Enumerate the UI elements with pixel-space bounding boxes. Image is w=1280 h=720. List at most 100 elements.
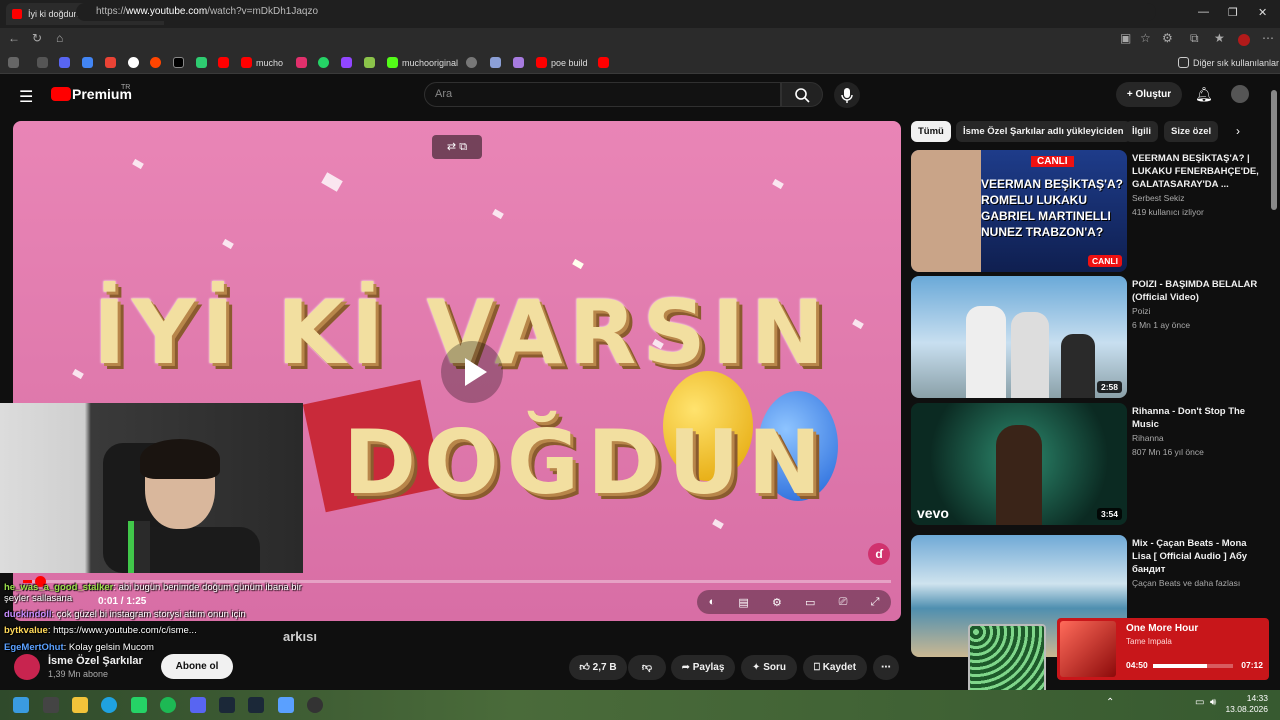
obs-icon[interactable]	[307, 697, 323, 713]
other-bookmarks-folder[interactable]: Diğer sık kullanılanlar	[1178, 57, 1279, 68]
video-channel[interactable]: Poizi	[1132, 306, 1150, 316]
video-channel[interactable]: Rihanna	[1132, 433, 1164, 443]
account-avatar[interactable]	[1231, 85, 1249, 103]
bookmark-icon[interactable]	[37, 57, 48, 68]
reddit-icon[interactable]	[150, 57, 161, 68]
discord-icon[interactable]	[190, 697, 206, 713]
chip-from-uploader[interactable]: İsme Özel Şarkılar adlı yükleyiciden	[956, 121, 1131, 142]
edge-icon[interactable]	[101, 697, 117, 713]
volume-icon[interactable]: 🔊︎	[1210, 697, 1216, 708]
voice-search-button[interactable]	[834, 82, 860, 108]
video-title[interactable]: Mix - Çaçan Beats - Mona Lisa [ Official…	[1132, 537, 1268, 576]
twitch-icon[interactable]	[341, 57, 352, 68]
menu-icon[interactable]: ☰	[19, 87, 33, 107]
video-thumbnail[interactable]: vevo 3:54	[911, 403, 1127, 525]
dislike-button[interactable]: 👎︎	[628, 655, 666, 680]
whatsapp-icon[interactable]	[318, 57, 329, 68]
miniplayer-icon[interactable]: ▭	[805, 596, 815, 609]
bookmark-muchooriginal[interactable]: muchooriginal	[387, 57, 458, 68]
file-explorer-icon[interactable]	[72, 697, 88, 713]
bell-icon[interactable]: 🔔︎	[1195, 86, 1213, 103]
recommended-video[interactable]: vevo 3:54 Rihanna - Don't Stop The Music…	[911, 403, 1271, 525]
profile-avatar[interactable]	[1238, 34, 1250, 46]
x-icon[interactable]	[173, 57, 184, 68]
steam-icon[interactable]	[219, 697, 235, 713]
bookmark-poe-build[interactable]: poe build	[536, 57, 588, 68]
fullscreen-icon[interactable]: ⤢	[871, 596, 880, 609]
chip-related[interactable]: İlgili	[1125, 121, 1158, 142]
more-actions-button[interactable]: ⋯	[873, 655, 899, 680]
favorites-bar-icon[interactable]: ★	[1214, 31, 1225, 45]
maximize-icon[interactable]: ❐	[1228, 6, 1238, 19]
search-input[interactable]: Ara	[424, 82, 781, 107]
swap-icon[interactable]: ⇄	[447, 141, 456, 153]
elapsed-time: 04:50	[1126, 660, 1148, 670]
bookmark-icon[interactable]	[59, 57, 70, 68]
channel-watermark[interactable]: ɗ	[868, 543, 890, 565]
bookmark-icon[interactable]	[513, 57, 524, 68]
tray-chevron-up-icon[interactable]: ⌃	[1106, 697, 1114, 708]
video-channel[interactable]: Serbest Sekiz	[1132, 193, 1184, 203]
video-thumbnail[interactable]: VEERMAN BEŞİKTAŞ'A? ROMELU LUKAKU GABRIE…	[911, 150, 1127, 272]
minimize-icon[interactable]: —	[1198, 6, 1209, 18]
video-title[interactable]: Rihanna - Don't Stop The Music	[1132, 405, 1268, 431]
autoplay-toggle-icon[interactable]: ◐	[709, 596, 716, 608]
steam-icon[interactable]	[248, 697, 264, 713]
youtube-icon[interactable]	[218, 57, 229, 68]
close-window-icon[interactable]: ✕	[1258, 6, 1267, 19]
search-button[interactable]	[781, 82, 823, 107]
channel-avatar[interactable]	[14, 654, 40, 680]
chevron-right-icon[interactable]: ›	[1236, 124, 1240, 138]
subscribe-button[interactable]: Abone ol	[161, 654, 233, 679]
home-icon[interactable]: ⌂	[56, 31, 63, 45]
picture-in-picture-icon[interactable]: ⧉	[459, 141, 467, 153]
bookmark-icon[interactable]	[196, 57, 207, 68]
instagram-icon[interactable]	[296, 57, 307, 68]
channel-name[interactable]: İsme Özel Şarkılar	[48, 655, 143, 667]
bookmark-mucho[interactable]: mucho	[241, 57, 283, 68]
favorite-star-icon[interactable]: ☆	[1140, 31, 1151, 45]
reading-icon[interactable]	[8, 57, 19, 68]
network-icon[interactable]: ▭	[1195, 697, 1204, 708]
bookmark-icon[interactable]	[364, 57, 375, 68]
recommended-video[interactable]: VEERMAN BEŞİKTAŞ'A? ROMELU LUKAKU GABRIE…	[911, 150, 1271, 272]
save-button[interactable]: ⎕ Kaydet	[803, 655, 867, 680]
ask-button[interactable]: ✦ Soru	[741, 655, 797, 680]
miniplayer-controls[interactable]: ⇄ ⧉	[432, 135, 482, 159]
google-icon[interactable]	[128, 57, 139, 68]
youtube-logo-icon[interactable]	[51, 87, 71, 101]
bookmark-icon[interactable]	[490, 57, 501, 68]
video-channel[interactable]: Çaçan Beats ve daha fazlası	[1132, 578, 1240, 588]
start-icon[interactable]	[13, 697, 29, 713]
settings-gear-icon[interactable]: ⚙	[772, 596, 782, 609]
more-menu-icon[interactable]: ⋯	[1262, 31, 1274, 45]
extensions-icon[interactable]: ⚙	[1162, 31, 1173, 45]
video-thumbnail[interactable]: 2:58	[911, 276, 1127, 398]
collections-icon[interactable]: ⧉	[1190, 31, 1199, 46]
task-view-icon[interactable]	[43, 697, 59, 713]
bookmark-icon[interactable]	[466, 57, 477, 68]
like-button[interactable]: 👍︎ 2,7 B	[569, 655, 627, 680]
play-button[interactable]	[441, 341, 503, 403]
refresh-icon[interactable]: ↻	[32, 31, 42, 45]
create-button[interactable]: + Oluştur	[1116, 82, 1182, 107]
spotify-icon[interactable]	[160, 697, 176, 713]
split-screen-icon[interactable]: ▣	[1120, 31, 1131, 45]
page-scrollbar[interactable]	[1271, 90, 1277, 210]
recommended-video[interactable]: 2:58 POIZI - BAŞIMDA BELALAR (Official V…	[911, 276, 1271, 398]
video-title[interactable]: VEERMAN BEŞİKTAŞ'A? | LUKAKU FENERBAHÇE'…	[1132, 152, 1268, 191]
share-button[interactable]: ➦ Paylaş	[671, 655, 735, 680]
youtube-icon[interactable]	[598, 57, 609, 68]
url-field[interactable]: https://www.youtube.com/watch?v=mDkDh1Ja…	[76, 3, 1156, 21]
chip-for-you[interactable]: Size özel	[1164, 121, 1219, 142]
gmail-icon[interactable]	[105, 57, 116, 68]
subtitles-icon[interactable]: ▤	[738, 596, 748, 609]
video-title[interactable]: POIZI - BAŞIMDA BELALAR (Official Video)	[1132, 278, 1268, 304]
chip-all[interactable]: Tümü	[911, 121, 951, 142]
cast-icon[interactable]: ⎚	[839, 596, 848, 609]
whatsapp-icon[interactable]	[131, 697, 147, 713]
bookmark-icon[interactable]	[82, 57, 93, 68]
back-icon[interactable]: ←	[8, 31, 20, 45]
taskbar-clock[interactable]: 14:33 13.08.2026	[1225, 693, 1268, 715]
app-icon[interactable]	[278, 697, 294, 713]
